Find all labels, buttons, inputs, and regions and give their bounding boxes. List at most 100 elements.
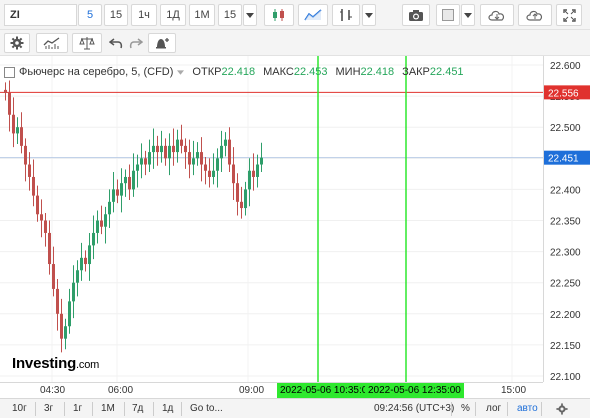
candle-body: [8, 92, 11, 115]
time-axis[interactable]: 04:30 06:00 09:00 15:00 2022-05-06 10:35…: [0, 382, 543, 398]
secondary-toolbar: [0, 30, 590, 56]
indicator-button[interactable]: [332, 4, 360, 26]
chart-type-dropdown-button[interactable]: [362, 4, 376, 26]
time-marker-1: 2022-05-06 10:35:00: [277, 383, 376, 398]
time-label-0600: 06:00: [108, 385, 134, 396]
clock-text: 09:24:56 (UTC+3): [374, 403, 455, 414]
candle-body: [188, 152, 191, 165]
legend-low-value: 22.418: [360, 66, 395, 78]
camera-icon: [409, 10, 423, 21]
candle-body: [248, 170, 251, 190]
settings-gear-icon[interactable]: [556, 403, 568, 415]
legend-open-label: ОТКР: [192, 66, 222, 78]
log-scale-button[interactable]: лог: [486, 403, 501, 414]
range-1d-button[interactable]: 1д: [162, 403, 173, 414]
compare-button[interactable]: [72, 33, 102, 53]
range-1m-button[interactable]: 1М: [101, 403, 115, 414]
screenshot-button[interactable]: [402, 4, 430, 26]
candle-body: [144, 158, 147, 165]
legend-high-label: МАКС: [263, 66, 294, 78]
candle-body: [116, 189, 119, 196]
investing-logo: Investing.com: [12, 355, 99, 372]
legend-title: Фьючерс на серебро, 5, (CFD): [19, 66, 174, 78]
cloud-upload-icon: [526, 10, 543, 21]
candle-body: [20, 127, 23, 146]
range-1y-button[interactable]: 1г: [73, 403, 82, 414]
candle-body: [132, 170, 135, 190]
candle-body: [216, 158, 219, 171]
candle-body: [260, 157, 263, 165]
candle-body: [208, 170, 211, 177]
redo-button[interactable]: [126, 33, 146, 53]
divider: [451, 402, 452, 416]
candle-body: [172, 145, 175, 153]
candle-body: [36, 195, 39, 215]
candle-body: [252, 170, 255, 177]
interval-1d-button[interactable]: 1Д: [160, 4, 186, 26]
divider: [124, 402, 125, 416]
settings-button[interactable]: [4, 33, 30, 53]
interval-15m-button[interactable]: 15: [104, 4, 128, 26]
interval-custom-button[interactable]: 15: [218, 4, 242, 26]
symbol-input[interactable]: ZI: [4, 4, 77, 26]
price-tick-label: 22.150: [550, 341, 581, 352]
candle-body: [60, 313, 63, 339]
candle-body: [88, 245, 91, 265]
load-layout-button[interactable]: [480, 4, 514, 26]
interval-1h-button[interactable]: 1ч: [131, 4, 157, 26]
chart-legend: Фьючерс на серебро, 5, (CFD) ОТКР 22.418…: [4, 63, 464, 81]
candle-body: [176, 139, 179, 153]
indicators-icon: [43, 37, 60, 49]
candle-body: [124, 176, 127, 184]
candle-body: [152, 145, 155, 153]
interval-dropdown-button[interactable]: [243, 4, 257, 26]
candle-body: [56, 288, 59, 314]
line-chart-button[interactable]: [298, 4, 328, 26]
candle-body: [236, 183, 239, 202]
price-chart[interactable]: [0, 56, 590, 398]
candle-body: [160, 145, 163, 153]
candle-body: [92, 232, 95, 246]
candle-body: [240, 201, 243, 209]
bell-plus-icon: [156, 38, 169, 49]
candle-body: [72, 282, 75, 302]
color-dropdown-button[interactable]: [461, 4, 475, 26]
candle-body: [40, 214, 43, 221]
price-tick-label: 22.100: [550, 372, 581, 382]
price-tick-label: 22.200: [550, 310, 581, 321]
indicators-button[interactable]: [36, 33, 68, 53]
chevron-down-icon[interactable]: [177, 69, 185, 75]
candle-body: [4, 89, 7, 93]
candle-body: [104, 214, 107, 227]
range-3y-button[interactable]: 3г: [44, 403, 53, 414]
fullscreen-button[interactable]: [556, 4, 582, 26]
range-7d-button[interactable]: 7д: [132, 403, 143, 414]
candle-body: [120, 183, 123, 196]
bottom-bar: 10г 3г 1г 1М 7д 1д Go to... 09:24:56 (UT…: [0, 398, 590, 418]
range-10y-button[interactable]: 10г: [12, 403, 27, 414]
percent-scale-button[interactable]: %: [461, 403, 470, 414]
logo-suffix-text: .com: [76, 359, 100, 371]
candle-body: [136, 164, 139, 171]
interval-5m-button[interactable]: 5: [78, 4, 102, 26]
area-chart-icon: [304, 9, 322, 21]
legend-visibility-checkbox[interactable]: [4, 66, 15, 78]
legend-low-label: МИН: [335, 66, 361, 78]
candle-body: [16, 127, 19, 134]
legend-close-label: ЗАКР: [402, 66, 430, 78]
interval-1mo-button[interactable]: 1М: [189, 4, 215, 26]
candles-type-button[interactable]: [264, 4, 294, 26]
save-layout-button[interactable]: [518, 4, 552, 26]
goto-button[interactable]: Go to...: [190, 403, 223, 414]
auto-scale-button[interactable]: авто: [517, 403, 538, 414]
price-tick-label: 22.300: [550, 248, 581, 259]
color-picker-button[interactable]: [436, 4, 460, 26]
alert-button[interactable]: [148, 33, 176, 53]
candle-body: [184, 145, 187, 153]
undo-button[interactable]: [106, 33, 126, 53]
candle-body: [64, 326, 67, 339]
candle-body: [196, 152, 199, 159]
time-label-0430: 04:30: [40, 385, 66, 396]
price-axis[interactable]: 22.60022.55022.50022.45022.40022.35022.3…: [543, 56, 590, 382]
candle-body: [148, 152, 151, 165]
